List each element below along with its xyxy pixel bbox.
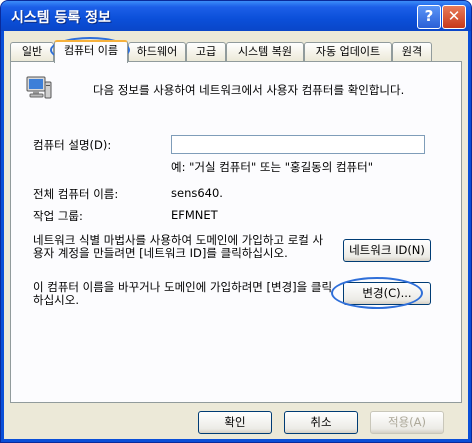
help-button[interactable]: ? — [417, 5, 441, 29]
ok-button[interactable]: 확인 — [198, 411, 272, 434]
window-title: 시스템 등록 정보 — [11, 10, 111, 26]
close-button[interactable]: ✕ — [442, 5, 466, 29]
description-field[interactable] — [171, 135, 425, 154]
description-example: 예: "거실 컴퓨터" 또는 "홍길동의 컴퓨터" — [171, 160, 374, 174]
tab-hardware[interactable]: 하드웨어 — [128, 42, 186, 61]
tab-panel-computer-name: 다음 정보를 사용하여 네트워크에서 사용자 컴퓨터를 확인합니다. 컴퓨터 설… — [10, 61, 462, 403]
rename-text: 이 컴퓨터 이름을 바꾸거나 도메인에 가입하려면 [변경]을 클릭하십시오. — [33, 280, 333, 307]
full-name-value: sens640. — [171, 186, 223, 200]
system-properties-window: 시스템 등록 정보 ? ✕ 일반 컴퓨터 이름 하드웨어 고급 시스템 복원 자… — [0, 0, 472, 443]
workgroup-value: EFMNET — [171, 208, 218, 222]
intro-text: 다음 정보를 사용하여 네트워크에서 사용자 컴퓨터를 확인합니다. — [93, 83, 405, 97]
description-label: 컴퓨터 설명(D): — [33, 138, 112, 152]
tab-strip: 일반 컴퓨터 이름 하드웨어 고급 시스템 복원 자동 업데이트 원격 — [10, 40, 462, 63]
cancel-button[interactable]: 취소 — [284, 411, 358, 434]
tab-automatic-updates[interactable]: 자동 업데이트 — [304, 42, 392, 61]
tab-computer-name[interactable]: 컴퓨터 이름 — [54, 40, 128, 63]
workgroup-label: 작업 그룹: — [33, 209, 83, 223]
computer-icon — [26, 76, 52, 99]
tab-general[interactable]: 일반 — [10, 42, 54, 61]
network-id-button[interactable]: 네트워크 ID(N) — [343, 239, 431, 262]
network-id-text: 네트워크 식별 마법사를 사용하여 도메인에 가입하고 로컬 사용자 계정을 만… — [33, 233, 324, 260]
full-name-label: 전체 컴퓨터 이름: — [33, 187, 119, 201]
tab-system-restore[interactable]: 시스템 복원 — [226, 42, 304, 61]
change-button[interactable]: 변경(C)... — [343, 282, 431, 305]
dialog-client-area: 일반 컴퓨터 이름 하드웨어 고급 시스템 복원 자동 업데이트 원격 다음 정… — [4, 31, 468, 439]
title-bar[interactable]: 시스템 등록 정보 ? ✕ — [1, 1, 471, 31]
apply-button[interactable]: 적용(A) — [370, 411, 444, 434]
tab-remote[interactable]: 원격 — [392, 42, 432, 61]
tab-advanced[interactable]: 고급 — [186, 42, 226, 61]
